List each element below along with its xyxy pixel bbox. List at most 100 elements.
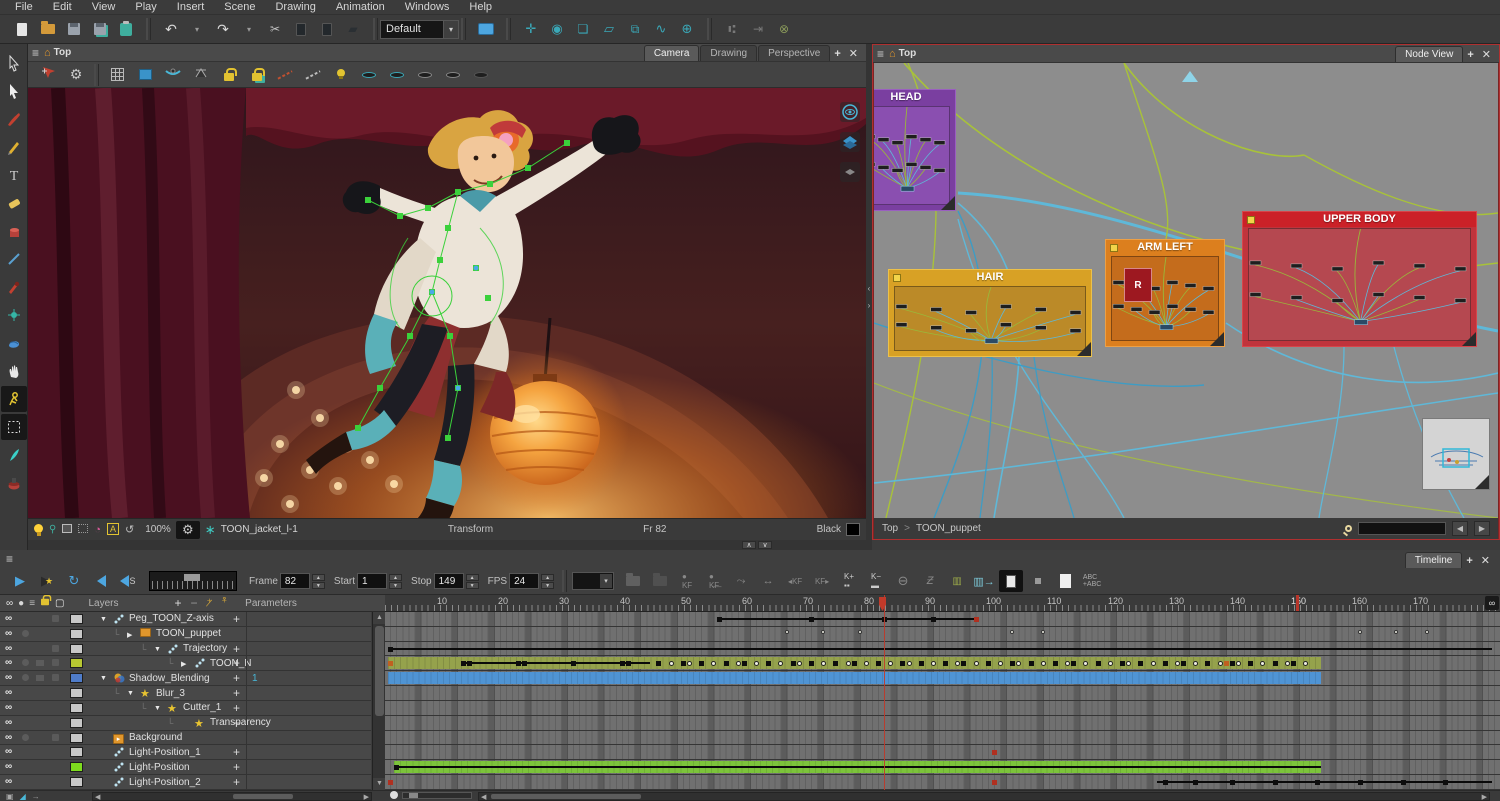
layer-scope-icon[interactable]: ≡ <box>29 598 35 609</box>
onion-next2-icon[interactable] <box>441 64 465 86</box>
frame-spinner-value[interactable]: 82 <box>280 573 310 589</box>
keyframe[interactable] <box>388 647 393 652</box>
keyframe[interactable] <box>717 617 722 622</box>
track-row-Peg_TOON_Z-axis[interactable] <box>385 612 1500 627</box>
undo-list-icon[interactable]: ▾ <box>185 18 209 40</box>
swatch-all-icon[interactable]: ▢ <box>55 598 64 609</box>
layer-color-swatch[interactable] <box>70 629 83 639</box>
layer-color-swatch[interactable] <box>70 688 83 698</box>
copy-icon[interactable] <box>289 18 313 40</box>
layer-row-Trajectory[interactable]: ∞└▼Trajectory+ <box>0 642 371 657</box>
keyframe[interactable] <box>766 661 771 666</box>
motion-editor-icon[interactable]: ◢ <box>20 792 26 801</box>
keyframe[interactable] <box>1358 780 1363 785</box>
lock-toggle-icon[interactable] <box>52 659 59 666</box>
breadcrumb-root[interactable]: Top <box>882 523 898 534</box>
add-tab-button[interactable]: + <box>830 47 844 61</box>
next-keyframe-button[interactable]: KF▸ <box>810 570 834 592</box>
open-scene-icon[interactable] <box>36 18 60 40</box>
panel-menu-icon[interactable]: ≡ <box>6 554 13 564</box>
keyframe[interactable] <box>1029 661 1034 666</box>
add-parameter-button[interactable]: + <box>233 614 240 624</box>
collapse-arrow-icon[interactable]: ▼ <box>154 705 161 712</box>
keyframe[interactable] <box>1181 661 1186 666</box>
keyframe[interactable] <box>809 661 814 666</box>
lock-toggle-icon[interactable] <box>52 645 59 652</box>
add-drawing-button[interactable] <box>621 570 645 592</box>
enable-toggle-icon[interactable]: ∞ <box>5 613 12 624</box>
small-view-icon[interactable] <box>840 162 860 182</box>
save-icon[interactable] <box>62 18 86 40</box>
play-range-icon[interactable]: ◔ <box>94 524 101 536</box>
add-tab-button[interactable]: + <box>1462 554 1476 568</box>
keyframe[interactable] <box>1230 780 1235 785</box>
paste-cycle-button[interactable]: ▥ <box>945 570 969 592</box>
keyframe[interactable] <box>516 661 521 666</box>
group-resize-corner[interactable] <box>1462 332 1476 346</box>
keyframe[interactable] <box>522 661 527 666</box>
layer-row-Light-Position_2[interactable]: ∞Light-Position_2+ <box>0 775 371 790</box>
track-row-Background[interactable] <box>385 731 1500 746</box>
paste-special-icon[interactable] <box>114 18 138 40</box>
close-tab-button[interactable]: ✕ <box>1478 47 1495 62</box>
tracks-h-scrollbar[interactable]: ◀ ▶ <box>478 792 1490 801</box>
motion-path-button[interactable]: ⤳ <box>729 570 753 592</box>
menu-animation[interactable]: Animation <box>327 0 394 15</box>
exposure-dot[interactable] <box>1425 630 1429 634</box>
remove-layer-button[interactable]: − <box>191 596 198 610</box>
exposure-dot[interactable] <box>1010 630 1014 634</box>
solo-toggle-icon[interactable] <box>22 659 29 666</box>
menu-scene[interactable]: Scene <box>215 0 264 15</box>
node-canvas[interactable]: HEADHAIRARM LEFTRUPPER BODY <box>874 63 1498 518</box>
keyframe[interactable] <box>943 661 948 666</box>
track-row-Light-Position_2[interactable] <box>385 775 1500 790</box>
collapse-down-button[interactable]: ∨ <box>758 541 772 549</box>
keyframe[interactable] <box>1273 661 1278 666</box>
add-parameter-button[interactable]: + <box>233 703 240 713</box>
keyframe[interactable] <box>1193 780 1198 785</box>
sound-scrub-button[interactable]: S <box>116 570 140 592</box>
keyframe[interactable] <box>833 661 838 666</box>
rigging-tool[interactable] <box>1 386 27 412</box>
small-cell-button[interactable] <box>1026 570 1050 592</box>
frame-ruler[interactable]: 1020304050607080901001101201301401501601… <box>385 595 1500 612</box>
stop-motion-button[interactable]: ⊖ <box>891 570 915 592</box>
add-kf-exposure-button[interactable]: K+▪▪ <box>837 570 861 592</box>
lock-add-icon[interactable] <box>245 64 269 86</box>
keyframe[interactable] <box>919 661 924 666</box>
track-row-Blur_3[interactable] <box>385 686 1500 701</box>
brush-tool[interactable] <box>1 106 27 132</box>
onion-opts-icon[interactable] <box>469 64 493 86</box>
lock-toggle-icon[interactable] <box>52 734 59 741</box>
add-parameter-button[interactable]: + <box>233 688 240 698</box>
node-group-upper-body[interactable]: UPPER BODY <box>1242 211 1477 347</box>
group-resize-corner[interactable] <box>1210 332 1224 346</box>
onion-prev2-icon[interactable] <box>357 64 381 86</box>
keyframe[interactable] <box>1096 661 1101 666</box>
enable-toggle-icon[interactable]: ∞ <box>5 628 12 639</box>
add-parameter-button[interactable]: + <box>233 747 240 757</box>
spin-down-icon[interactable]: ▼ <box>389 582 402 589</box>
node-breadcrumb-root[interactable]: Top <box>899 48 917 59</box>
keyframe[interactable] <box>1443 780 1448 785</box>
keyframe[interactable] <box>1273 780 1278 785</box>
track-row-Cutter_1[interactable] <box>385 701 1500 716</box>
keyframe[interactable] <box>571 661 576 666</box>
select-tool[interactable] <box>1 50 27 76</box>
keyframe[interactable] <box>1120 661 1125 666</box>
enable-toggle-icon[interactable]: ∞ <box>5 732 12 743</box>
add-peg-button[interactable]: ⁺̷ <box>207 596 213 610</box>
keyframe[interactable] <box>876 661 881 666</box>
keyframe[interactable] <box>681 661 686 666</box>
keyframe[interactable] <box>467 661 472 666</box>
grid-icon[interactable] <box>105 64 129 86</box>
paint-tool[interactable] <box>1 218 27 244</box>
volume-slider[interactable] <box>149 571 237 591</box>
keyframe[interactable] <box>1010 661 1015 666</box>
frame-all-icon[interactable]: ∞ <box>1485 596 1499 610</box>
enable-toggle-icon[interactable]: ∞ <box>5 702 12 713</box>
send-to-node-button[interactable]: ▥→ <box>972 570 996 592</box>
hand-tool[interactable] <box>1 358 27 384</box>
add-parameter-button[interactable]: + <box>233 777 240 787</box>
keyframe[interactable] <box>961 661 966 666</box>
